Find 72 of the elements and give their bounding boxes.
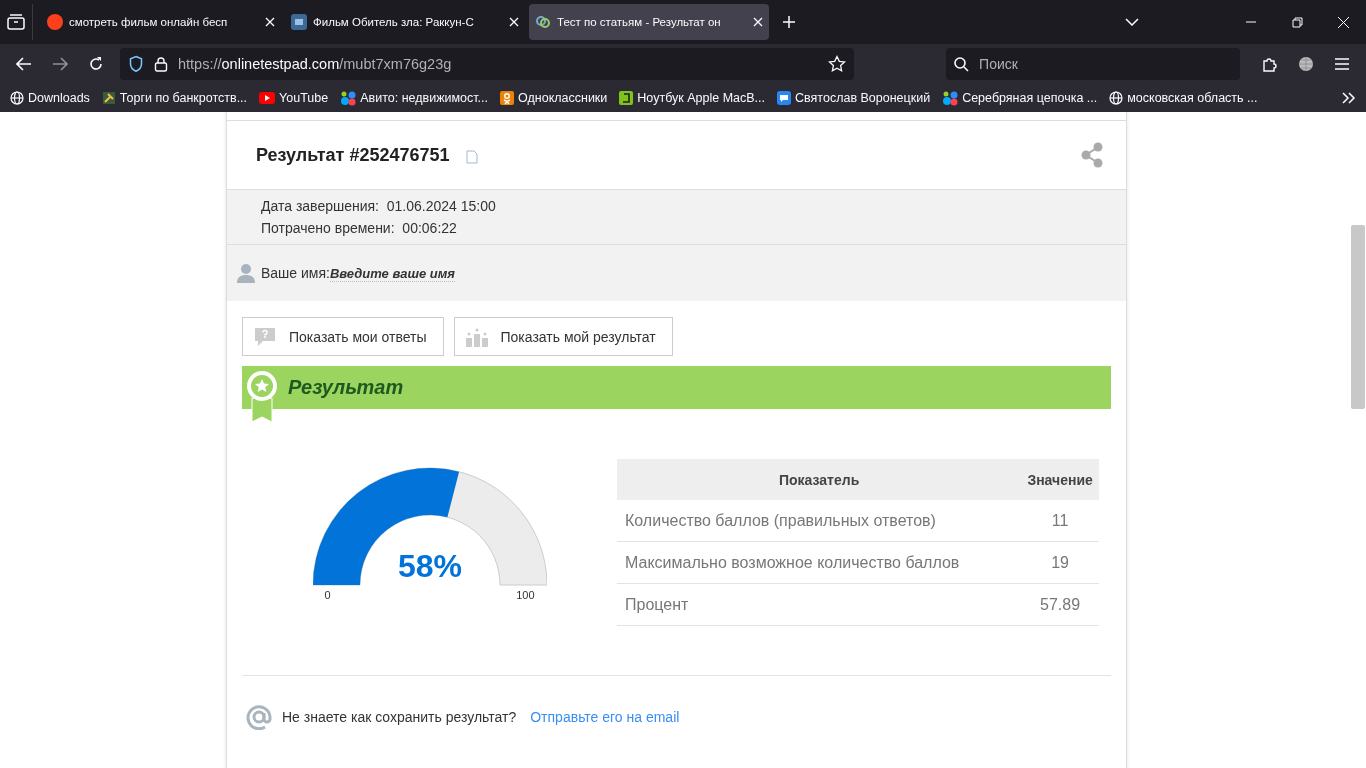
table-cell: Максимально возможное количество баллов <box>617 541 1022 584</box>
browser-tab[interactable]: Тест по статьям - Результат он <box>529 4 769 40</box>
action-button[interactable]: Показать мой результат <box>453 317 673 356</box>
person-icon <box>500 91 515 105</box>
table-cell: Процент <box>617 583 1022 626</box>
video-icon <box>291 14 307 30</box>
table-cell: 57.89 <box>1021 583 1099 626</box>
globe-icon[interactable] <box>1298 56 1314 72</box>
table-cell: 19 <box>1021 541 1099 584</box>
search-input[interactable]: Поиск <box>977 55 1182 73</box>
gauge-min-label: 0 <box>324 589 331 601</box>
reload-icon[interactable] <box>88 56 104 72</box>
bookmark[interactable]: Авито: недвижимост... <box>340 90 489 106</box>
chat-icon <box>777 91 792 105</box>
chevron-down-icon[interactable] <box>1125 18 1139 26</box>
plus-icon[interactable] <box>782 15 796 29</box>
restore-icon[interactable] <box>1291 16 1303 28</box>
browser-tab[interactable]: Фильм Обитель зла: Раккун-С <box>285 4 525 40</box>
knot-icon <box>535 14 551 30</box>
search-icon <box>954 56 970 72</box>
scrollbar-thumb[interactable] <box>1351 225 1365 409</box>
dots-icon <box>942 90 959 106</box>
puzzle-icon[interactable] <box>1262 56 1278 72</box>
close-icon[interactable] <box>509 17 519 27</box>
gauge-reading: 58% <box>397 548 462 584</box>
bookmark[interactable]: Святослав Воронецкий <box>777 91 931 105</box>
bookmark[interactable]: Одноклассники <box>500 91 608 105</box>
url-text: https://onlinetestpad.com/mubt7xm76g23g <box>178 56 453 72</box>
forward-arrow-icon[interactable] <box>52 57 68 71</box>
table-cell: Количество баллов (правильных ответов) <box>617 500 1022 542</box>
column-header: Значение <box>1021 459 1099 500</box>
section-title: Результат <box>288 376 404 399</box>
close-icon[interactable] <box>1337 16 1349 28</box>
bookmark[interactable]: Downloads <box>10 91 90 105</box>
gauge-max-label: 100 <box>516 589 535 601</box>
chevrons-right-icon[interactable] <box>1342 92 1356 104</box>
save-question: Не знаете как сохранить результат? <box>282 709 517 725</box>
browser-tab[interactable]: смотреть фильм онлайн бесп <box>41 4 281 40</box>
circle-icon <box>47 14 63 30</box>
bookmark[interactable]: Ноутбук Apple MacB... <box>619 91 766 105</box>
play-icon <box>259 92 276 104</box>
menu-icon[interactable] <box>1335 58 1349 70</box>
podium-icon <box>464 326 489 347</box>
result-title: Результат #252476751 <box>256 144 450 166</box>
table-cell: 11 <box>1021 500 1099 542</box>
column-header: Показатель <box>617 459 1022 500</box>
address-bar[interactable]: https://onlinetestpad.com/mubt7xm76g23g <box>120 48 855 80</box>
user-icon <box>237 263 255 283</box>
shield-icon[interactable] <box>128 55 144 73</box>
dots-icon <box>340 90 357 106</box>
back-arrow-icon[interactable] <box>16 57 32 71</box>
globe-icon <box>10 91 24 105</box>
gavel-icon <box>101 91 116 105</box>
question-bubble-icon <box>253 326 277 347</box>
name-label: Ваше имя: <box>261 265 330 281</box>
tab-list-icon[interactable] <box>7 14 25 30</box>
star-icon[interactable] <box>828 55 847 73</box>
close-icon[interactable] <box>265 17 275 27</box>
info-line: Потрачено времени: 00:06:22 <box>261 220 458 236</box>
bookmark[interactable]: московская область ... <box>1109 91 1258 105</box>
close-icon[interactable] <box>753 17 763 27</box>
lock-icon[interactable] <box>154 56 168 72</box>
square-icon <box>619 91 634 105</box>
name-field[interactable]: Введите ваше имя <box>329 266 455 282</box>
bookmark[interactable]: Торги по банкротств... <box>101 91 248 105</box>
info-line: Дата завершения: 01.06.2024 15:00 <box>261 198 497 214</box>
action-button[interactable]: Показать мои ответы <box>242 317 444 356</box>
at-sign-icon <box>246 704 272 730</box>
search-box[interactable]: Поиск <box>946 48 1240 80</box>
bookmark[interactable]: YouTube <box>259 91 329 105</box>
bookmark[interactable]: Серебряная цепочка ... <box>942 90 1098 106</box>
globe-icon <box>1109 91 1124 105</box>
